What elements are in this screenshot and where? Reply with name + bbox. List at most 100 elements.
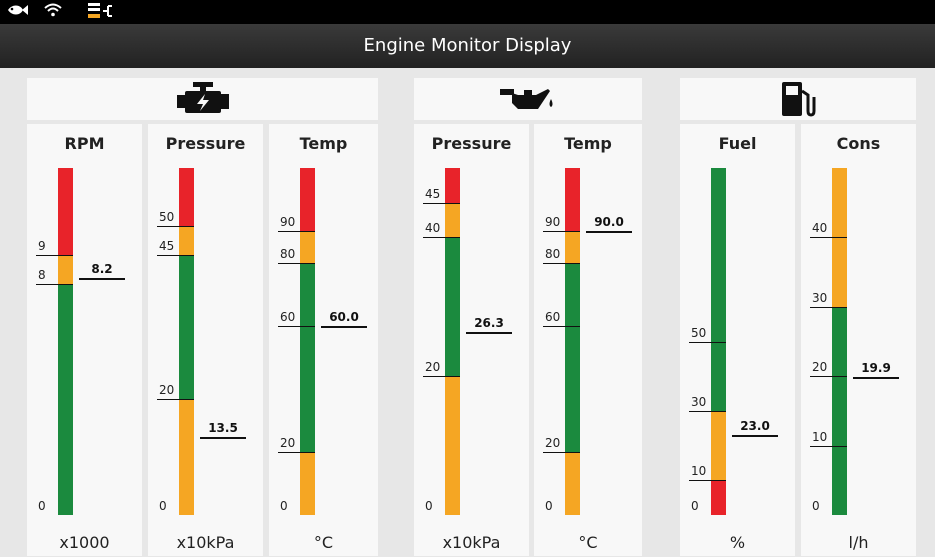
status-bar: [0, 0, 935, 24]
gauge-tick: [543, 451, 580, 453]
gauge-value-marker: [321, 325, 367, 328]
page-title: Engine Monitor Display: [0, 24, 935, 68]
gauge-range-green: [300, 262, 315, 452]
gauge-fuel: Fuel 0 10 30 50 23.0%: [680, 124, 795, 556]
gauge-range-yellow: [445, 202, 460, 238]
gauge-range-yellow: [58, 254, 73, 284]
gauge-tick: [810, 306, 847, 308]
oil-can-icon: [500, 89, 553, 109]
gauge-tick-label: 80: [545, 246, 561, 261]
gauge-range-yellow: [300, 451, 315, 515]
gauge-tick-label: 9: [38, 238, 46, 253]
gauge-range-green: [565, 262, 580, 452]
gauge-tick: [543, 325, 580, 327]
gauge-title: Temp: [564, 134, 612, 153]
gauge-title: Pressure: [431, 134, 512, 153]
gauge-tick-label: 10: [812, 429, 828, 444]
gauge-tick: [36, 254, 73, 256]
gauge-tick-label: 8: [38, 267, 46, 282]
gauge-tick: [689, 341, 726, 343]
gauge-tick-label: 60: [280, 309, 296, 324]
gauge-tick: [157, 399, 194, 401]
gauge-value-marker: [586, 231, 632, 234]
gauge-title: Cons: [836, 134, 881, 153]
gauge-tick: [689, 480, 726, 482]
gauge-tick-label: 20: [280, 435, 296, 450]
gauge-tick-label: 20: [812, 360, 828, 375]
gauge-range-yellow: [711, 410, 726, 481]
gauge-range-yellow: [565, 231, 580, 263]
gauge-tick-label: 50: [691, 325, 707, 340]
gauge-bar: [445, 168, 460, 515]
gauge-bar: [58, 168, 73, 515]
gauge-tick: [278, 325, 315, 327]
gauge-range-yellow: [565, 451, 580, 515]
gauge-tick: [810, 237, 847, 239]
gauge-tick: [423, 202, 460, 204]
gauge-value-marker: [79, 277, 125, 280]
gauge-range-red: [711, 480, 726, 515]
gauge-bar: [300, 168, 315, 515]
gauge-range-green: [179, 254, 194, 400]
gauge-range-red: [179, 168, 194, 226]
gauge-rpm: RPM 0 8 9 8.2 x1000: [27, 124, 142, 556]
gauge-tick: [36, 283, 73, 285]
gauge-title: Pressure: [165, 134, 246, 153]
gauge-range-red: [445, 168, 460, 203]
gauge-unit: x10kPa: [442, 533, 501, 552]
gauge-value-label: 60.0: [329, 309, 359, 324]
gauge-tick: [543, 262, 580, 264]
gauge-bar: [179, 168, 194, 515]
gauge-value-marker: [732, 435, 778, 438]
gauge-range-red: [565, 168, 580, 232]
fuel-group-header: [680, 78, 916, 120]
gauge-cons: Cons 0 10 20 30 40 19.9 l/h: [801, 124, 916, 556]
gauge-value-label: 8.2: [91, 261, 113, 276]
gauge-tick-label: 0: [280, 499, 288, 513]
gauge-tick-label: 50: [159, 209, 175, 224]
gauge-range-red: [300, 168, 315, 232]
fish-icon: [6, 3, 28, 22]
gauge-tick: [157, 225, 194, 227]
gauge-tick-label: 80: [280, 246, 296, 261]
gauge-title: Temp: [299, 134, 348, 153]
gauge-tick-label: 90: [280, 215, 296, 230]
engine-connection-icon: [88, 3, 114, 24]
gauge-tick: [423, 376, 460, 378]
gauge-tick-label: 0: [425, 499, 433, 513]
gauge-unit: x1000: [59, 533, 110, 552]
gauge-range-yellow: [179, 399, 194, 515]
gauge-value-label: 90.0: [594, 215, 624, 230]
gauge-tick-label: 0: [545, 499, 553, 513]
gauge-temp: Temp 0 20 60 80 90 90.0 °C: [534, 124, 642, 556]
fuel-pump-icon: [782, 82, 816, 117]
gauge-value-marker: [853, 376, 899, 379]
gauge-bar: [832, 168, 847, 515]
gauge-pressure: Pressure 0 20 45 50 13.5 x10kPa: [148, 124, 263, 556]
gauge-tick: [278, 451, 315, 453]
gauge-value-label: 23.0: [740, 419, 770, 434]
engine-icon: [177, 82, 229, 113]
gauge-range-red: [58, 168, 73, 255]
gauge-title: RPM: [64, 134, 105, 153]
gauge-tick-label: 0: [38, 499, 46, 513]
gauge-tick-label: 0: [159, 499, 167, 513]
gauge-unit: °C: [578, 533, 598, 552]
gauge-value-label: 13.5: [208, 420, 238, 435]
gauge-value-marker: [466, 332, 512, 335]
gauge-tick-label: 10: [691, 464, 707, 479]
gauge-pressure: Pressure 0 20 40 45 26.3 x10kPa: [414, 124, 529, 556]
wifi-icon: [44, 3, 62, 22]
gauge-tick-label: 0: [812, 499, 820, 513]
gauge-temp: Temp 0 20 60 80 90 60.0 °C: [269, 124, 378, 556]
gauge-range-green: [58, 283, 73, 515]
gauge-bar: [565, 168, 580, 515]
gauge-tick: [278, 262, 315, 264]
gauge-range-yellow: [179, 225, 194, 255]
gauge-tick: [810, 376, 847, 378]
oil-group-header: [414, 78, 642, 120]
gauge-tick-label: 30: [691, 394, 707, 409]
gauge-tick: [543, 231, 580, 233]
gauge-range-green: [711, 168, 726, 411]
gauge-tick-label: 45: [425, 186, 441, 201]
